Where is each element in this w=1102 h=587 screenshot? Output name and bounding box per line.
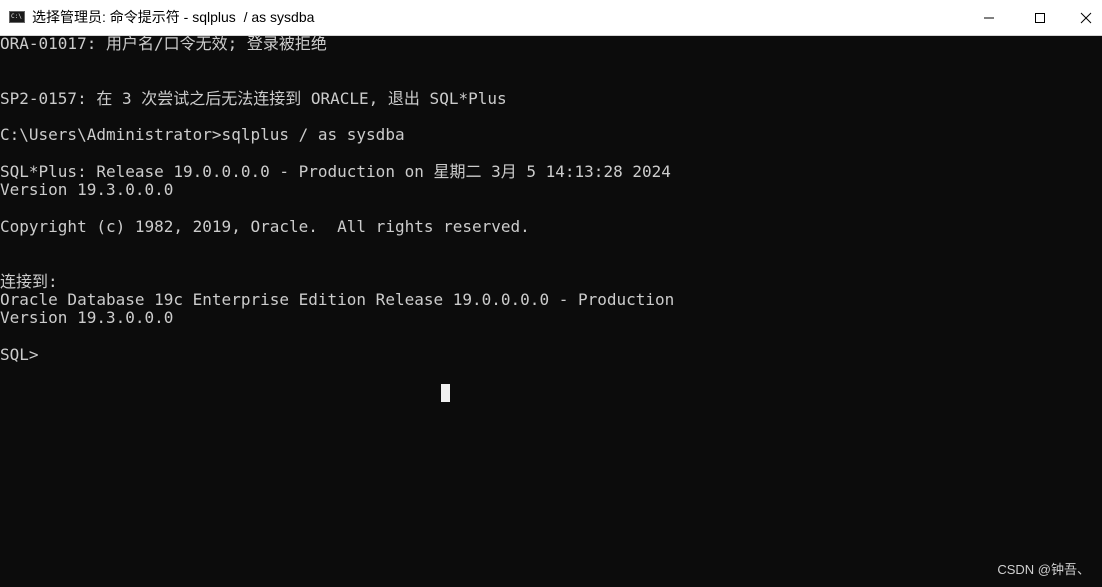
console-line: Version 19.3.0.0.0 xyxy=(0,308,174,328)
close-button[interactable] xyxy=(1069,0,1102,35)
minimize-button[interactable] xyxy=(966,0,1012,35)
minimize-icon xyxy=(984,17,994,18)
console-line: C:\Users\Administrator>sqlplus / as sysd… xyxy=(0,125,405,145)
console-output-area[interactable]: ORA-01017: 用户名/口令无效; 登录被拒绝 SP2-0157: 在 3… xyxy=(0,35,1102,587)
console-line: Oracle Database 19c Enterprise Edition R… xyxy=(0,290,675,310)
console-line: Version 19.3.0.0.0 xyxy=(0,180,174,200)
console-text: ORA-01017: 用户名/口令无效; 登录被拒绝 SP2-0157: 在 3… xyxy=(0,35,674,364)
console-line: ORA-01017: 用户名/口令无效; 登录被拒绝 xyxy=(0,35,327,53)
title-bar[interactable]: C:\ 选择管理员: 命令提示符 - sqlplus / as sysdba xyxy=(0,0,1102,36)
maximize-button[interactable] xyxy=(1017,0,1063,35)
cmd-icon: C:\ xyxy=(9,11,25,23)
console-line: SQL*Plus: Release 19.0.0.0.0 - Productio… xyxy=(0,162,671,182)
console-line: 连接到: xyxy=(0,271,58,291)
maximize-icon xyxy=(1035,12,1045,23)
text-cursor xyxy=(441,384,450,402)
sql-prompt: SQL> xyxy=(0,345,39,365)
watermark: CSDN @钟吾、 xyxy=(997,562,1090,577)
close-icon xyxy=(1080,12,1091,23)
console-line: SP2-0157: 在 3 次尝试之后无法连接到 ORACLE, 退出 SQL*… xyxy=(0,88,507,108)
console-line: Copyright (c) 1982, 2019, Oracle. All ri… xyxy=(0,216,530,236)
window-title: 选择管理员: 命令提示符 - sqlplus / as sysdba xyxy=(32,9,315,25)
